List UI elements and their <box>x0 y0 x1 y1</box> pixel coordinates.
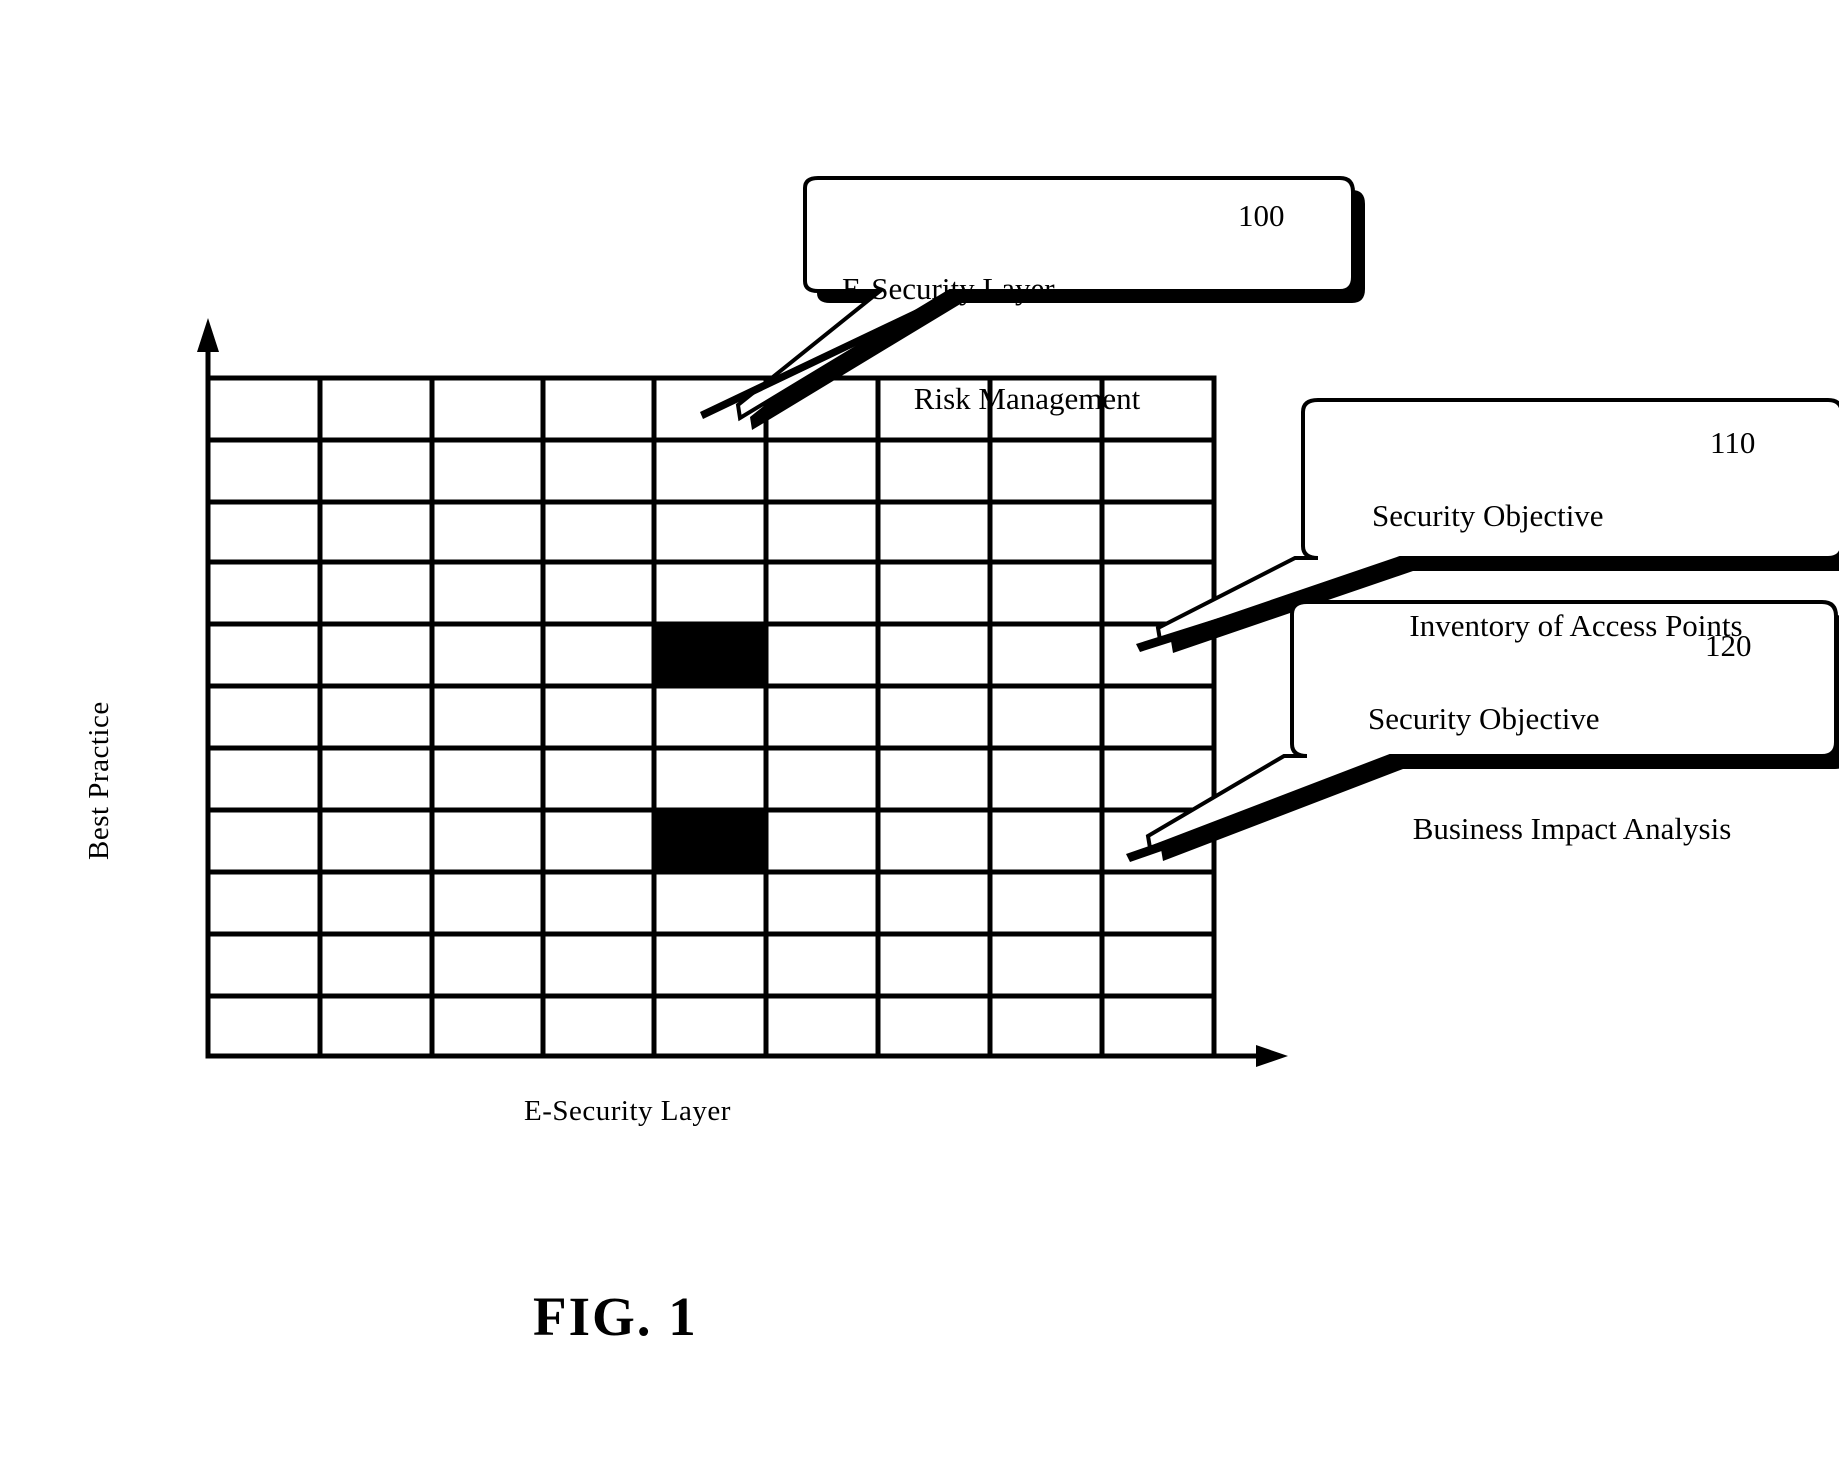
x-axis-label: E-Security Layer <box>524 1095 731 1127</box>
callout-110-ref: 110 <box>1710 425 1756 460</box>
callout-120-line1: Security Objective <box>1368 701 1600 737</box>
callout-100-ref: 100 <box>1238 198 1285 233</box>
callout-120-text: Security Objective Business Impact Analy… <box>1368 628 1758 921</box>
callout-110-line1: Security Objective <box>1372 498 1604 534</box>
figure-caption: FIG. 1 <box>533 1286 698 1347</box>
y-axis-label: Best Practice <box>83 701 115 860</box>
callout-100-text: E-Security Layer Risk Management <box>842 198 1192 491</box>
patent-figure-1: E-Security Layer Risk Management 100 Sec… <box>0 0 1839 1471</box>
callout-120-line2: Business Impact Analysis <box>1412 810 1732 846</box>
callout-100-line2: Risk Management <box>913 380 1141 416</box>
grid-cell-filled <box>654 624 766 686</box>
callout-120-ref: 120 <box>1705 628 1752 663</box>
grid-cell-filled <box>654 810 766 872</box>
callout-100-line1: E-Security Layer <box>842 271 1055 307</box>
